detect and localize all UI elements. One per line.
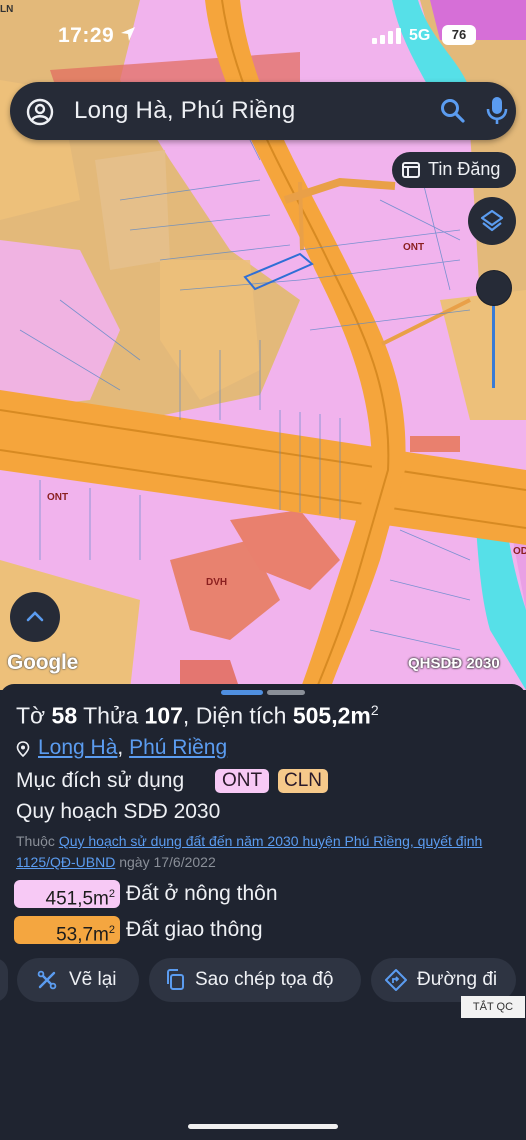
copy-coordinates-label: Sao chép tọa độ [195,969,334,990]
zone-label-ont: ONT [47,492,69,503]
area-amount-sup: 2 [108,888,115,900]
battery-icon: 76 [442,25,476,45]
home-indicator[interactable] [188,1124,338,1129]
location-separator: , [117,736,124,759]
previous-action-button[interactable] [0,958,8,1002]
area-value: 505,2m [292,702,371,729]
tin-dang-button[interactable]: Tin Đăng [392,152,516,188]
location-arrow-icon [121,27,135,41]
status-bar: 17:29 5G 76 [0,0,526,70]
purpose-label: Mục đích sử dụng [16,769,185,792]
area-word: Diện tích [195,702,287,729]
area-amount: 451,5m [45,888,109,910]
area-unit-sup: 2 [370,702,379,718]
microphone-icon[interactable] [486,96,508,126]
sheet-number: 58 [51,702,78,729]
area-type-label: Đất giao thông [126,918,263,941]
redraw-icon [37,970,57,990]
copy-icon [167,969,184,990]
status-time: 17:29 [58,24,115,47]
parcel-title: Tờ 58 Thửa 107, Diện tích 505,2m2 [16,702,379,729]
google-logo: Google [7,651,79,674]
parcel-word: Thửa [83,702,139,729]
layers-icon [480,209,504,232]
plan-source-note: Thuộc Quy hoạch sử dụng đất đến năm 2030… [16,831,511,873]
close-ads-button[interactable]: TẮT QC [461,996,525,1018]
plan-source-link[interactable]: Quy hoạch sử dụng đất đến năm 2030 huyện… [16,833,482,870]
opacity-slider-track[interactable] [492,296,495,388]
copy-coordinates-button[interactable]: Sao chép tọa độ [149,958,361,1002]
area-amount-pill: 53,7m2 [14,916,120,946]
opacity-slider-handle[interactable] [476,270,512,306]
search-bar[interactable]: Long Hà, Phú Riềng [10,82,516,140]
location-pin-icon [16,741,30,757]
action-buttons-row: Vẽ lại Sao chép tọa độ Đường đi [0,958,526,1002]
area-amount: 53,7m [56,924,109,946]
redraw-button[interactable]: Vẽ lại [17,958,139,1002]
signal-icon [372,28,401,44]
zone-label-dvh: DVH [206,577,228,588]
title-prefix: Tờ [16,702,46,729]
area-amount-pill: 451,5m2 [14,880,120,910]
map-view[interactable]: ONT ONT DVH OD LN 17:29 5G 76 Long Hà, P… [0,0,526,690]
layers-button[interactable] [468,197,516,245]
search-input[interactable]: Long Hà, Phú Riềng [74,97,296,125]
sheet-handle[interactable] [267,690,305,695]
zone-label-od: OD [513,546,526,557]
area-amount-sup: 2 [108,924,115,936]
tin-dang-label: Tin Đăng [428,159,501,179]
account-icon[interactable] [26,98,54,126]
listing-icon [402,162,420,178]
zone-label-ont: ONT [403,242,425,253]
sheet-handle-active[interactable] [221,690,263,695]
land-use-tag-ont: ONT [215,769,269,793]
layer-name-label: QHSDĐ 2030 [408,655,500,672]
location-link-district[interactable]: Phú Riềng [129,736,227,759]
land-use-tag-cln: CLN [278,769,328,793]
network-type: 5G [409,27,431,44]
parcel-info-sheet[interactable]: Tờ 58 Thửa 107, Diện tích 505,2m2 Long H… [0,684,526,1140]
chevron-up-icon [26,611,44,622]
expand-up-button[interactable] [10,592,60,642]
search-icon[interactable] [440,98,466,124]
location-link-commune[interactable]: Long Hà [38,736,117,759]
area-type-label: Đất ở nông thôn [126,882,278,905]
source-prefix: Thuộc [16,833,55,849]
parcel-number: 107 [144,702,183,729]
directions-icon [385,969,407,991]
source-date: ngày 17/6/2022 [119,854,216,870]
redraw-label: Vẽ lại [69,969,117,990]
plan-label: Quy hoạch SDĐ 2030 [16,800,221,823]
